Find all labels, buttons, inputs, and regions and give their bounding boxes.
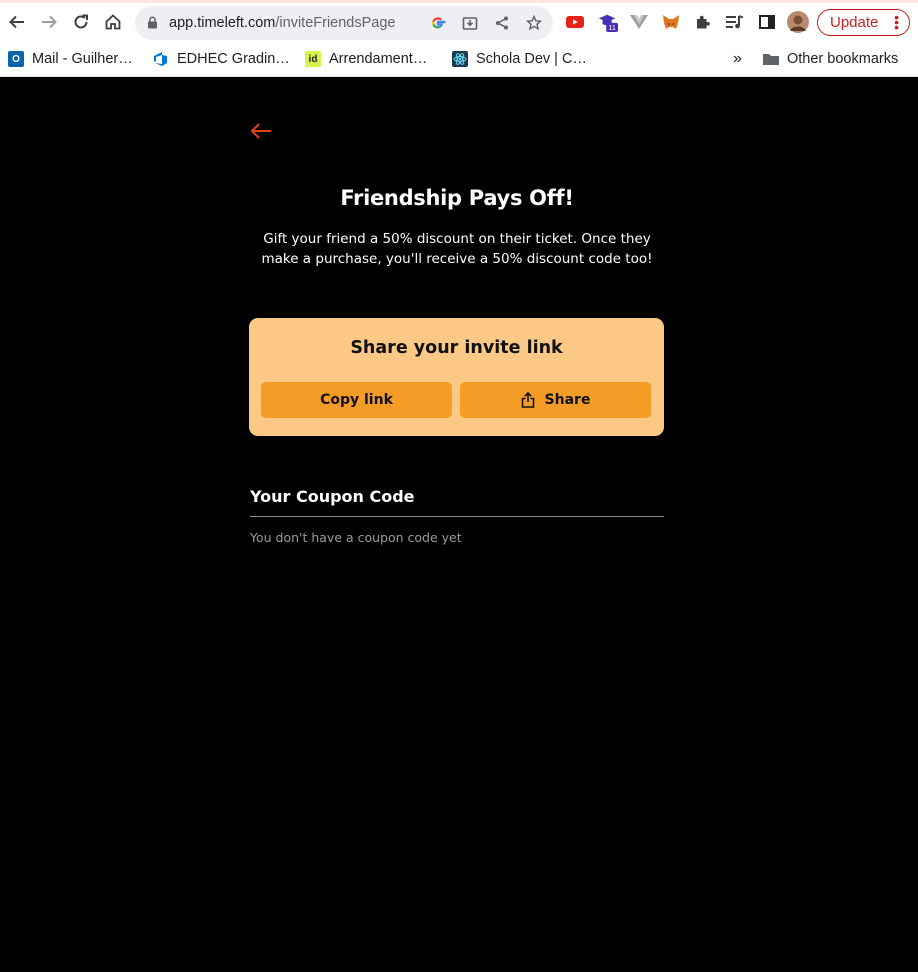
share-page-icon[interactable]: [493, 14, 511, 32]
bookmark-arrendamento[interactable]: id Arrendament…: [305, 49, 427, 69]
media-control-icon[interactable]: [725, 12, 745, 32]
browser-chrome: app.timeleft.com/inviteFriendsPage 11 Up…: [0, 0, 918, 77]
update-button[interactable]: Update • • •: [817, 9, 910, 36]
forward-nav-icon[interactable]: [36, 9, 62, 35]
bookmark-label: EDHEC Gradin…: [177, 51, 290, 67]
home-icon[interactable]: [100, 9, 126, 35]
update-button-label: Update: [830, 14, 879, 31]
invite-card-title: Share your invite link: [350, 338, 563, 358]
bookmark-label: Mail - Guilher…: [32, 51, 133, 67]
overflow-label: »: [733, 50, 742, 67]
graduation-extension-icon[interactable]: 11: [598, 12, 618, 32]
extensions-puzzle-icon[interactable]: [693, 12, 713, 32]
react-icon: [452, 51, 468, 67]
invite-link-card: Share your invite link Copy link Share: [249, 318, 664, 436]
bookmarks-overflow-chevron-icon[interactable]: »: [733, 49, 742, 69]
page-subtitle: Gift your friend a 50% discount on their…: [250, 229, 664, 269]
bookmark-label: Schola Dev | C…: [476, 51, 587, 67]
install-app-icon[interactable]: [461, 14, 479, 32]
extension-badge-count: 11: [608, 23, 616, 32]
azure-devops-icon: [153, 51, 169, 67]
browser-toolbar: app.timeleft.com/inviteFriendsPage 11 Up…: [0, 3, 918, 41]
share-button[interactable]: Share: [460, 382, 651, 418]
back-arrow-icon[interactable]: [250, 122, 274, 140]
folder-icon: [763, 51, 779, 67]
bookmark-label: Arrendament…: [329, 51, 428, 67]
lock-icon[interactable]: [147, 16, 158, 34]
other-bookmarks-folder[interactable]: Other bookmarks: [763, 49, 898, 69]
profile-avatar[interactable]: [787, 11, 809, 33]
bookmark-mail[interactable]: O Mail - Guilher…: [8, 49, 133, 69]
back-nav-icon[interactable]: [4, 9, 30, 35]
youtube-extension-icon[interactable]: [565, 12, 585, 32]
coupon-section-heading: Your Coupon Code: [250, 487, 415, 506]
copy-link-label: Copy link: [320, 392, 393, 408]
page-title: Friendship Pays Off!: [340, 186, 574, 210]
kebab-menu-icon[interactable]: • • •: [894, 10, 899, 34]
vuejs-extension-icon[interactable]: [629, 12, 649, 32]
google-lens-icon[interactable]: [429, 14, 447, 32]
coupon-empty-message: You don't have a coupon code yet: [250, 530, 462, 545]
bookmark-schola[interactable]: Schola Dev | C…: [452, 49, 587, 69]
outlook-icon: O: [8, 51, 24, 67]
subtitle-line-2: make a purchase, you'll receive a 50% di…: [261, 251, 653, 267]
copy-link-button[interactable]: Copy link: [261, 382, 452, 418]
share-label: Share: [544, 392, 591, 408]
bookmarks-bar: O Mail - Guilher… EDHEC Gradin… id Arren…: [0, 41, 918, 77]
url-text[interactable]: app.timeleft.com/inviteFriendsPage: [169, 15, 395, 31]
bookmark-star-icon[interactable]: [525, 14, 543, 32]
subtitle-line-1: Gift your friend a 50% discount on their…: [263, 231, 651, 247]
bookmark-edhec[interactable]: EDHEC Gradin…: [153, 49, 290, 69]
other-bookmarks-label: Other bookmarks: [787, 51, 899, 67]
invite-friends-page: Friendship Pays Off! Gift your friend a …: [0, 77, 918, 972]
coupon-divider: [250, 516, 664, 517]
share-upload-icon: [521, 392, 534, 408]
side-panel-icon[interactable]: [757, 12, 777, 32]
reload-icon[interactable]: [68, 9, 94, 35]
address-bar[interactable]: app.timeleft.com/inviteFriendsPage: [135, 6, 553, 40]
idealista-icon: id: [305, 51, 321, 67]
metamask-extension-icon[interactable]: [661, 12, 681, 32]
